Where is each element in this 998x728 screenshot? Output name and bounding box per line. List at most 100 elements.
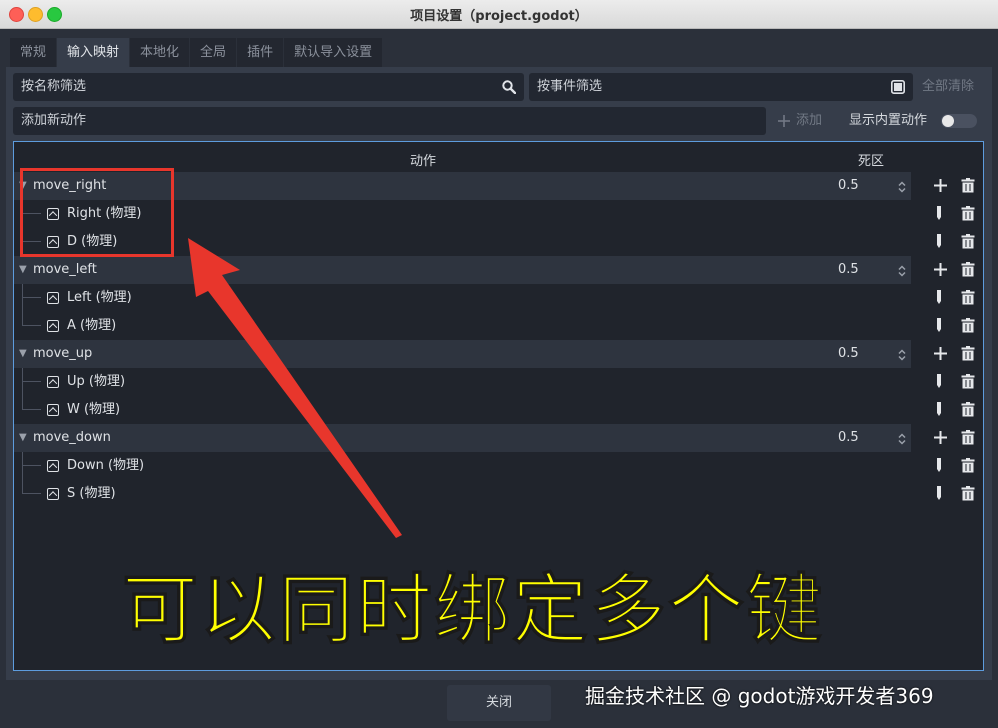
keyboard-key-icon	[47, 488, 59, 500]
trash-icon[interactable]	[961, 262, 975, 277]
trash-icon[interactable]	[961, 402, 975, 417]
deadzone-value[interactable]: 0.5	[838, 424, 859, 452]
tree-header: 动作 死区	[14, 142, 983, 171]
column-header-deadzone: 死区	[858, 154, 885, 169]
window-title: 项目设置（project.godot）	[410, 9, 588, 24]
trash-icon[interactable]	[961, 290, 975, 305]
deadzone-value[interactable]: 0.5	[838, 256, 859, 284]
action-row-buttons	[932, 172, 976, 200]
title-bar[interactable]: 项目设置（project.godot）	[0, 0, 998, 29]
spinner-arrows-icon[interactable]	[898, 265, 906, 277]
add-action-button[interactable]: 添加	[777, 107, 822, 135]
edit-pencil-icon[interactable]	[936, 318, 942, 333]
trash-icon[interactable]	[961, 430, 975, 445]
tab-plugins[interactable]: 插件	[237, 38, 284, 67]
tab-globals[interactable]: 全局	[190, 38, 237, 67]
event-row-buttons	[932, 312, 976, 340]
close-button[interactable]: 关闭	[447, 685, 551, 721]
spinner-arrows-icon[interactable]	[898, 433, 906, 445]
keyboard-event-icon[interactable]	[891, 80, 905, 94]
edit-pencil-icon[interactable]	[936, 486, 942, 501]
action-row-buttons	[932, 256, 976, 284]
event-row-buttons	[932, 200, 976, 228]
spinner-arrows-icon[interactable]	[898, 349, 906, 361]
add-event-button[interactable]	[933, 430, 948, 445]
tab-localization[interactable]: 本地化	[130, 38, 190, 67]
deadzone-value[interactable]: 0.5	[838, 172, 859, 200]
action-row-move-down[interactable]: ▼ move_down 0.5	[14, 424, 911, 452]
event-label: Left (物理)	[67, 290, 132, 305]
event-label: Up (物理)	[67, 374, 126, 389]
action-row-buttons	[932, 424, 976, 452]
show-builtin-toggle[interactable]	[941, 114, 977, 128]
clear-all-button[interactable]: 全部清除	[922, 73, 974, 101]
filter-by-name-input[interactable]: 按名称筛选	[13, 73, 524, 101]
search-icon	[502, 80, 516, 94]
deadzone-value[interactable]: 0.5	[838, 340, 859, 368]
collapse-arrow-icon[interactable]: ▼	[19, 256, 27, 284]
event-row[interactable]: W (物理)	[14, 396, 911, 424]
action-name: move_up	[33, 346, 93, 361]
show-builtin-label: 显示内置动作	[849, 113, 928, 128]
add-event-button[interactable]	[933, 262, 948, 277]
keyboard-key-icon	[47, 404, 59, 416]
edit-pencil-icon[interactable]	[936, 234, 942, 249]
edit-pencil-icon[interactable]	[936, 458, 942, 473]
toggle-knob	[942, 115, 954, 127]
watermark-text: 掘金技术社区 @ godot游戏开发者369	[585, 684, 934, 708]
event-label: W (物理)	[67, 402, 121, 417]
action-name: move_left	[33, 262, 97, 277]
event-row-buttons	[932, 396, 976, 424]
spinner-arrows-icon[interactable]	[898, 181, 906, 193]
column-header-action: 动作	[410, 154, 437, 169]
event-label: Down (物理)	[67, 458, 145, 473]
filter-by-event-placeholder: 按事件筛选	[537, 79, 603, 94]
project-settings-window: 项目设置（project.godot） 常规 输入映射 本地化 全局 插件 默认…	[0, 0, 998, 728]
filter-by-name-placeholder: 按名称筛选	[21, 79, 87, 94]
trash-icon[interactable]	[961, 234, 975, 249]
trash-icon[interactable]	[961, 486, 975, 501]
edit-pencil-icon[interactable]	[936, 290, 942, 305]
event-row[interactable]: Up (物理)	[14, 368, 911, 396]
action-name: move_down	[33, 430, 111, 445]
keyboard-key-icon	[47, 320, 59, 332]
collapse-arrow-icon[interactable]: ▼	[19, 424, 27, 452]
filter-by-event-input[interactable]: 按事件筛选	[529, 73, 913, 101]
event-row[interactable]: S (物理)	[14, 480, 911, 508]
event-row[interactable]: Down (物理)	[14, 452, 911, 480]
tab-input-map[interactable]: 输入映射	[57, 38, 130, 67]
event-row-buttons	[932, 480, 976, 508]
settings-tabs: 常规 输入映射 本地化 全局 插件 默认导入设置	[10, 38, 383, 67]
event-row-buttons	[932, 284, 976, 312]
trash-icon[interactable]	[961, 318, 975, 333]
event-row-buttons	[932, 368, 976, 396]
tab-import-defaults[interactable]: 默认导入设置	[284, 38, 383, 67]
edit-pencil-icon[interactable]	[936, 374, 942, 389]
tab-general[interactable]: 常规	[10, 38, 57, 67]
trash-icon[interactable]	[961, 206, 975, 221]
event-row[interactable]: A (物理)	[14, 312, 911, 340]
new-action-input[interactable]: 添加新动作	[13, 107, 766, 135]
edit-pencil-icon[interactable]	[936, 402, 942, 417]
action-row-move-up[interactable]: ▼ move_up 0.5	[14, 340, 911, 368]
keyboard-key-icon	[47, 292, 59, 304]
event-row-buttons	[932, 228, 976, 256]
plus-icon	[778, 115, 790, 127]
event-label: S (物理)	[67, 486, 116, 501]
add-event-button[interactable]	[933, 346, 948, 361]
edit-pencil-icon[interactable]	[936, 206, 942, 221]
new-action-placeholder: 添加新动作	[21, 113, 87, 128]
collapse-arrow-icon[interactable]: ▼	[19, 340, 27, 368]
trash-icon[interactable]	[961, 346, 975, 361]
trash-icon[interactable]	[961, 178, 975, 193]
keyboard-key-icon	[47, 376, 59, 388]
add-event-button[interactable]	[933, 178, 948, 193]
event-label: A (物理)	[67, 318, 117, 333]
event-row[interactable]: Left (物理)	[14, 284, 911, 312]
trash-icon[interactable]	[961, 374, 975, 389]
trash-icon[interactable]	[961, 458, 975, 473]
add-action-label: 添加	[796, 113, 823, 128]
event-row-buttons	[932, 452, 976, 480]
action-row-move-left[interactable]: ▼ move_left 0.5	[14, 256, 911, 284]
keyboard-key-icon	[47, 460, 59, 472]
